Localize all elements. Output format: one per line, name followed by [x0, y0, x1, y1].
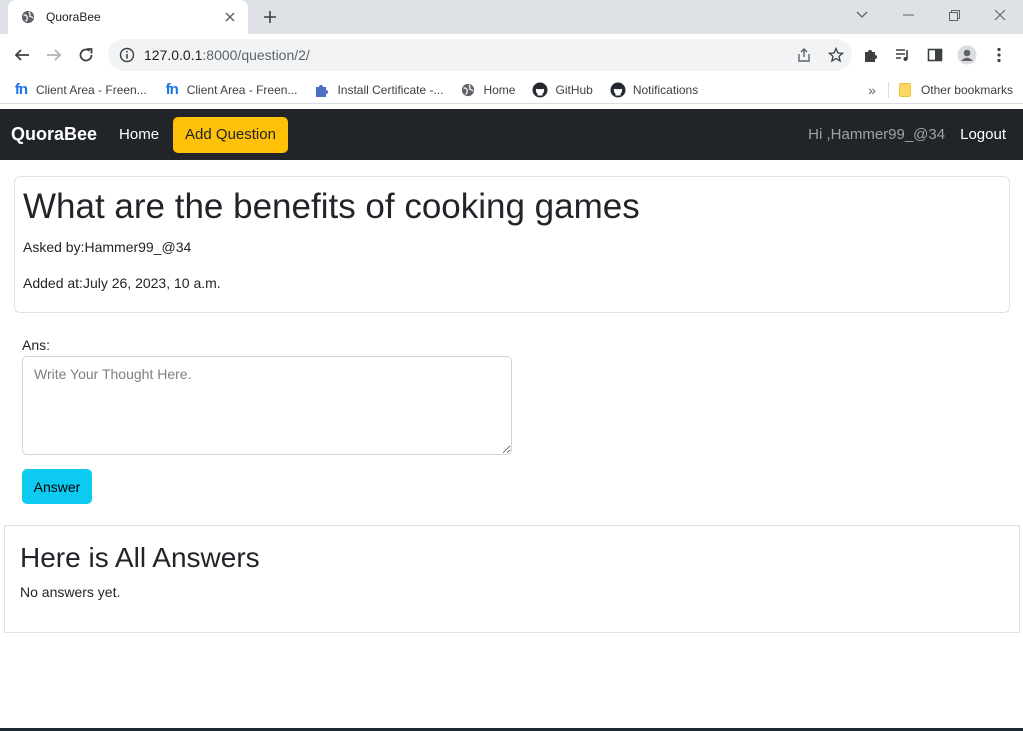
- question-card: What are the benefits of cooking games A…: [14, 176, 1010, 313]
- bookmark-label: Client Area - Freen...: [186, 82, 298, 97]
- globe-icon: [459, 82, 477, 98]
- add-question-button[interactable]: Add Question: [173, 116, 288, 153]
- answer-button[interactable]: Answer: [22, 469, 92, 504]
- asked-by: Asked by:Hammer99_@34: [23, 239, 192, 255]
- bookmarks-bar: fn Client Area - Freen... fn Client Area…: [0, 76, 1023, 104]
- bookmark-label: GitHub: [555, 82, 593, 97]
- minimize-icon[interactable]: [885, 0, 931, 30]
- media-control-icon[interactable]: [887, 42, 919, 68]
- site-navbar: QuoraBee Home Add Question Hi ,Hammer99_…: [0, 109, 1023, 160]
- brand-logo[interactable]: QuoraBee: [11, 124, 97, 145]
- tab-search-icon[interactable]: [839, 0, 885, 30]
- profile-avatar-icon[interactable]: [951, 42, 983, 68]
- extensions-icon[interactable]: [855, 42, 887, 68]
- tab-strip: QuoraBee: [0, 0, 1023, 34]
- bookmarks-overflow: » Other bookmarks: [868, 76, 1013, 104]
- toolbar-actions: [855, 42, 1015, 68]
- new-tab-icon[interactable]: [260, 7, 280, 27]
- chevron-double-right-icon[interactable]: »: [868, 82, 876, 98]
- close-window-icon[interactable]: [977, 0, 1023, 30]
- bookmark-freenom-1[interactable]: fn Client Area - Freen...: [12, 81, 147, 98]
- tab-title: QuoraBee: [46, 10, 101, 24]
- bookmark-label: Install Certificate -...: [337, 82, 444, 97]
- side-panel-icon[interactable]: [919, 42, 951, 68]
- answer-textarea[interactable]: [22, 356, 512, 455]
- answers-heading: Here is All Answers: [20, 542, 260, 573]
- url-host: 127.0.0.1: [144, 47, 203, 63]
- reload-icon[interactable]: [75, 44, 97, 66]
- logout-link[interactable]: Logout: [960, 126, 1006, 143]
- forward-icon[interactable]: [43, 44, 65, 66]
- bookmark-label: Home: [483, 82, 516, 97]
- menu-kebab-icon[interactable]: [983, 42, 1015, 68]
- no-answers-text: No answers yet.: [20, 584, 121, 600]
- nav-home-link[interactable]: Home: [119, 126, 159, 143]
- bookmark-freenom-2[interactable]: fn Client Area - Freen...: [163, 81, 298, 98]
- github-icon: [609, 82, 627, 98]
- freenom-icon: fn: [14, 81, 28, 98]
- puzzle-icon: [313, 82, 331, 98]
- url-text[interactable]: 127.0.0.1:8000/question/2/: [144, 47, 788, 63]
- other-bookmarks[interactable]: Other bookmarks: [921, 83, 1013, 97]
- url-path: :8000/question/2/: [202, 47, 310, 63]
- bookmark-home[interactable]: Home: [459, 82, 515, 98]
- question-title: What are the benefits of cooking games: [23, 187, 640, 226]
- bookmark-label: Client Area - Freen...: [36, 82, 147, 97]
- window-controls: [839, 0, 1023, 30]
- answer-label: Ans:: [22, 337, 51, 353]
- browser-tab[interactable]: QuoraBee: [8, 0, 248, 34]
- globe-icon: [20, 9, 36, 25]
- bookmark-label: Notifications: [632, 82, 699, 97]
- close-tab-icon[interactable]: [222, 9, 238, 25]
- site-info-icon[interactable]: [118, 46, 136, 64]
- address-bar[interactable]: 127.0.0.1:8000/question/2/: [108, 39, 852, 71]
- bookmark-github[interactable]: GitHub: [531, 82, 593, 98]
- nav-user-area: Hi ,Hammer99_@34 Logout: [808, 109, 1006, 160]
- answers-section: Here is All Answers No answers yet.: [4, 525, 1020, 633]
- bookmark-install-certificate[interactable]: Install Certificate -...: [313, 82, 443, 98]
- user-greeting: Hi ,Hammer99_@34: [808, 126, 946, 143]
- share-icon[interactable]: [788, 41, 820, 69]
- back-icon[interactable]: [11, 44, 33, 66]
- github-icon: [531, 82, 549, 98]
- freenom-icon: fn: [165, 81, 179, 98]
- bookmark-notifications[interactable]: Notifications: [609, 82, 698, 98]
- browser-toolbar: 127.0.0.1:8000/question/2/: [0, 34, 1023, 76]
- folder-icon: [898, 83, 911, 97]
- restore-icon[interactable]: [931, 0, 977, 30]
- bookmarks-divider: [887, 82, 889, 98]
- added-at: Added at:July 26, 2023, 10 a.m.: [23, 275, 221, 291]
- bookmark-star-icon[interactable]: [820, 41, 852, 69]
